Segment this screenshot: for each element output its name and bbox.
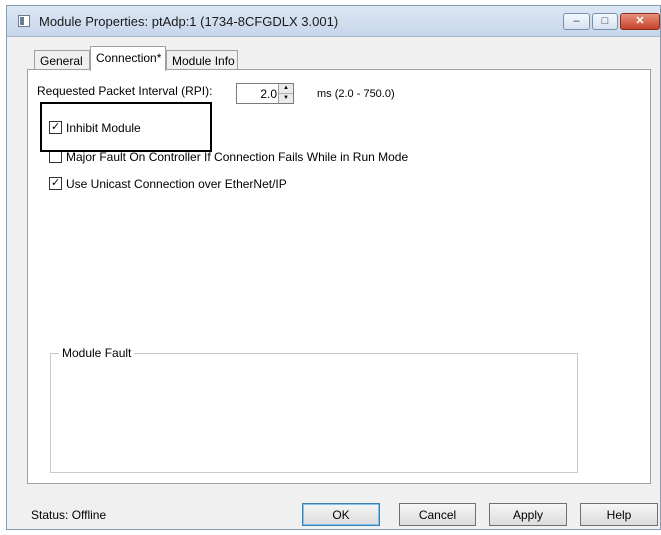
minimize-button[interactable]: –: [563, 13, 590, 30]
rpi-input[interactable]: [237, 84, 279, 103]
ok-button[interactable]: OK: [302, 503, 380, 526]
connection-panel: Requested Packet Interval (RPI): ▲ ▼ ms …: [27, 69, 651, 484]
inhibit-module-option[interactable]: Inhibit Module: [49, 121, 141, 137]
module-fault-legend: Module Fault: [59, 346, 135, 360]
app-icon: [18, 15, 30, 27]
tab-module-info[interactable]: Module Info: [166, 50, 238, 70]
cancel-button[interactable]: Cancel: [399, 503, 476, 526]
spin-down-icon[interactable]: ▼: [279, 94, 293, 103]
tab-connection[interactable]: Connection*: [90, 46, 166, 71]
rpi-spinbox[interactable]: ▲ ▼: [236, 83, 294, 104]
unicast-checkbox[interactable]: [49, 177, 62, 190]
close-button[interactable]: ✕: [620, 13, 660, 30]
major-fault-label: Major Fault On Controller If Connection …: [66, 150, 409, 164]
window-title: Module Properties: ptAdp:1 (1734-8CFGDLX…: [39, 14, 339, 29]
tab-general[interactable]: General: [34, 50, 90, 70]
maximize-button[interactable]: □: [592, 13, 618, 30]
status-text: Status: Offline: [31, 508, 107, 522]
rpi-label: Requested Packet Interval (RPI):: [37, 84, 213, 98]
unicast-option[interactable]: Use Unicast Connection over EtherNet/IP: [49, 177, 287, 193]
module-fault-group: Module Fault: [50, 346, 578, 473]
inhibit-module-label: Inhibit Module: [66, 121, 141, 135]
title-bar[interactable]: Module Properties: ptAdp:1 (1734-8CFGDLX…: [7, 6, 660, 37]
rpi-units: ms (2.0 - 750.0): [317, 88, 395, 100]
apply-button[interactable]: Apply: [489, 503, 567, 526]
spin-up-icon[interactable]: ▲: [279, 84, 293, 94]
rpi-spinner[interactable]: ▲ ▼: [278, 84, 293, 103]
inhibit-module-checkbox[interactable]: [49, 121, 62, 134]
major-fault-checkbox[interactable]: [49, 150, 62, 163]
unicast-label: Use Unicast Connection over EtherNet/IP: [66, 177, 287, 191]
major-fault-option[interactable]: Major Fault On Controller If Connection …: [49, 150, 408, 166]
help-button[interactable]: Help: [580, 503, 658, 526]
